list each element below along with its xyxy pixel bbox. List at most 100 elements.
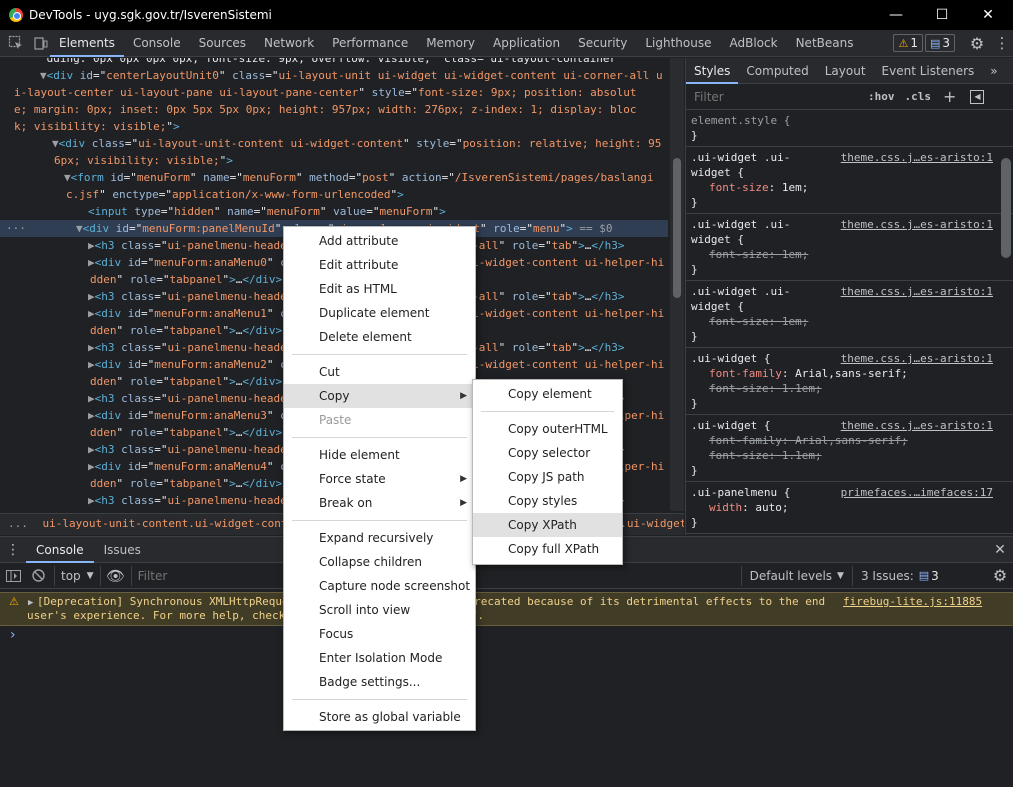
submenu-item-copy-full-xpath[interactable]: Copy full XPath xyxy=(473,537,622,561)
tab-netbeans[interactable]: NetBeans xyxy=(787,30,863,57)
menu-item-break-on[interactable]: Break on ▶ xyxy=(284,491,475,515)
node-actions-icon[interactable]: ··· xyxy=(6,220,26,237)
dom-node-line[interactable]: c.jsf" enctype="application/x-www-form-u… xyxy=(0,186,668,203)
tab-memory[interactable]: Memory xyxy=(417,30,484,57)
hov-toggle[interactable]: :hov xyxy=(868,90,895,103)
toggle-sidebar-icon[interactable]: ◀ xyxy=(970,89,985,104)
styles-scrollbar[interactable] xyxy=(1001,158,1011,258)
breadcrumb-ellipsis[interactable]: ... xyxy=(8,517,28,530)
style-rule[interactable]: .ui-widget {theme.css.j…es-aristo:1 xyxy=(686,534,1013,535)
dom-node-line[interactable]: e; margin: 0px; inset: 0px 5px 5px 0px; … xyxy=(0,101,668,118)
close-window-button[interactable]: ✕ xyxy=(965,0,1011,30)
css-property[interactable]: font-size: 1em; xyxy=(691,314,1009,329)
css-property[interactable]: font-family: Arial,sans-serif; xyxy=(691,433,1009,448)
show-sidebar-icon[interactable] xyxy=(0,563,26,589)
inspect-element-icon[interactable] xyxy=(0,30,32,57)
css-property[interactable]: font-size: 1em; xyxy=(691,247,1009,262)
rule-source-link[interactable]: theme.css.j…es-aristo:1 xyxy=(841,418,993,433)
tab-security[interactable]: Security xyxy=(569,30,636,57)
style-rule[interactable]: .ui-widget .ui- widget {theme.css.j…es-a… xyxy=(686,214,1013,281)
cls-toggle[interactable]: .cls xyxy=(905,90,932,103)
issues-button[interactable]: 3 Issues: ▤ 3 xyxy=(851,565,947,586)
menu-item-capture-node-screenshot[interactable]: Capture node screenshot xyxy=(284,574,475,598)
style-rule[interactable]: .ui-widget {theme.css.j…es-aristo:1 font-… xyxy=(686,348,1013,415)
dom-node-line[interactable]: <input type="hidden" name="menuForm" val… xyxy=(0,203,668,220)
menu-item-delete-element[interactable]: Delete element xyxy=(284,325,475,349)
tab-lighthouse[interactable]: Lighthouse xyxy=(636,30,720,57)
minimize-button[interactable]: — xyxy=(873,0,919,30)
tab-elements[interactable]: Elements xyxy=(50,30,124,57)
maximize-button[interactable]: ☐ xyxy=(919,0,965,30)
css-property[interactable]: font-family: Arial,sans-serif; xyxy=(691,366,1009,381)
tab-console[interactable]: Console xyxy=(26,537,94,563)
submenu-item-copy-selector[interactable]: Copy selector xyxy=(473,441,622,465)
menu-item-copy[interactable]: Copy ▶ xyxy=(284,384,475,408)
style-rule[interactable]: .ui-widget .ui- widget {theme.css.j…es-a… xyxy=(686,281,1013,348)
menu-item-store-as-global-variable[interactable]: Store as global variable xyxy=(284,705,475,729)
new-style-rule-button[interactable]: + xyxy=(943,87,956,106)
styles-tab-computed[interactable]: Computed xyxy=(738,58,816,84)
tab-console[interactable]: Console xyxy=(124,30,190,57)
tab-adblock[interactable]: AdBlock xyxy=(721,30,787,57)
styles-tab-layout[interactable]: Layout xyxy=(817,58,874,84)
menu-item-cut[interactable]: Cut xyxy=(284,360,475,384)
rule-source-link[interactable]: primefaces.…imefaces:17 xyxy=(841,485,993,500)
dom-node-line[interactable]: k; visibility: visible;"> xyxy=(0,118,668,135)
clear-console-icon[interactable] xyxy=(26,563,50,589)
style-rule[interactable]: .ui-panelmenu {primefaces.…imefaces:17 wi… xyxy=(686,482,1013,534)
styles-tab--[interactable]: » xyxy=(982,58,1005,84)
menu-item-force-state[interactable]: Force state ▶ xyxy=(284,467,475,491)
style-rule[interactable]: .ui-widget {theme.css.j…es-aristo:1 font-… xyxy=(686,415,1013,482)
css-property[interactable]: font-size: 1.1em; xyxy=(691,381,1009,396)
log-levels-dropdown[interactable]: Default levels ▼ xyxy=(740,565,852,586)
tab-issues[interactable]: Issues xyxy=(94,537,151,563)
submenu-item-copy-styles[interactable]: Copy styles xyxy=(473,489,622,513)
style-rule[interactable]: element.style {} xyxy=(686,110,1013,147)
device-toolbar-icon[interactable] xyxy=(32,30,50,57)
drawer-menu-icon[interactable]: ⋮ xyxy=(0,537,26,563)
dom-node-line[interactable]: 6px; visibility: visible;"> xyxy=(0,152,668,169)
tab-performance[interactable]: Performance xyxy=(323,30,417,57)
dom-node-line[interactable]: i-layout-center ui-layout-pane ui-layout… xyxy=(0,84,668,101)
submenu-item-copy-js-path[interactable]: Copy JS path xyxy=(473,465,622,489)
menu-item-scroll-into-view[interactable]: Scroll into view xyxy=(284,598,475,622)
css-property[interactable]: font-size: 1em; xyxy=(691,180,1009,195)
rule-source-link[interactable]: theme.css.j…es-aristo:1 xyxy=(841,351,993,366)
submenu-item-copy-xpath[interactable]: Copy XPath xyxy=(473,513,622,537)
context-selector[interactable]: top ▼ xyxy=(54,565,101,586)
style-rule[interactable]: .ui-widget .ui- widget {theme.css.j…es-a… xyxy=(686,147,1013,214)
console-prompt-icon[interactable]: › xyxy=(10,627,16,643)
warning-source-link[interactable]: firebug-lite.js:11885 xyxy=(843,595,982,609)
dom-node-line[interactable]: ▼<div class="ui-layout-unit-content ui-w… xyxy=(0,135,668,152)
rule-source-link[interactable]: theme.css.j…es-aristo:1 xyxy=(841,150,993,165)
menu-item-enter-isolation-mode[interactable]: Enter Isolation Mode xyxy=(284,646,475,670)
close-drawer-icon[interactable]: ✕ xyxy=(987,537,1013,563)
styles-tab-styles[interactable]: Styles xyxy=(686,58,739,84)
tab-network[interactable]: Network xyxy=(255,30,323,57)
submenu-item-copy-outerhtml[interactable]: Copy outerHTML xyxy=(473,417,622,441)
menu-item-edit-attribute[interactable]: Edit attribute xyxy=(284,253,475,277)
settings-gear-icon[interactable]: ⚙ xyxy=(963,30,991,57)
css-property[interactable]: font-size: 1.1em; xyxy=(691,448,1009,463)
menu-item-expand-recursively[interactable]: Expand recursively xyxy=(284,526,475,550)
more-options-icon[interactable]: ⋮ xyxy=(991,30,1013,57)
breadcrumb-item[interactable]: ui-layout-unit-content.ui-widget-content xyxy=(43,517,308,530)
menu-item-focus[interactable]: Focus xyxy=(284,622,475,646)
tab-sources[interactable]: Sources xyxy=(190,30,255,57)
rule-source-link[interactable]: theme.css.j…es-aristo:1 xyxy=(841,217,993,232)
menu-item-hide-element[interactable]: Hide element xyxy=(284,443,475,467)
elements-scrollbar[interactable] xyxy=(670,58,684,511)
menu-item-collapse-children[interactable]: Collapse children xyxy=(284,550,475,574)
menu-item-edit-as-html[interactable]: Edit as HTML xyxy=(284,277,475,301)
live-expression-eye-icon[interactable]: 👁 xyxy=(101,563,131,589)
menu-item-add-attribute[interactable]: Add attribute xyxy=(284,229,475,253)
menu-item-badge-settings[interactable]: Badge settings... xyxy=(284,670,475,694)
rule-source-link[interactable]: theme.css.j…es-aristo:1 xyxy=(841,284,993,299)
dom-node-line[interactable]: ▼<form id="menuForm" name="menuForm" met… xyxy=(0,169,668,186)
tab-application[interactable]: Application xyxy=(484,30,569,57)
styles-filter-input[interactable] xyxy=(690,86,860,107)
console-settings-gear-icon[interactable]: ⚙ xyxy=(987,563,1013,589)
warnings-counter[interactable]: ⚠ 1 xyxy=(893,34,923,52)
submenu-item-copy-element[interactable]: Copy element xyxy=(473,382,622,406)
expand-arrow-icon[interactable]: ▶ xyxy=(28,596,33,610)
